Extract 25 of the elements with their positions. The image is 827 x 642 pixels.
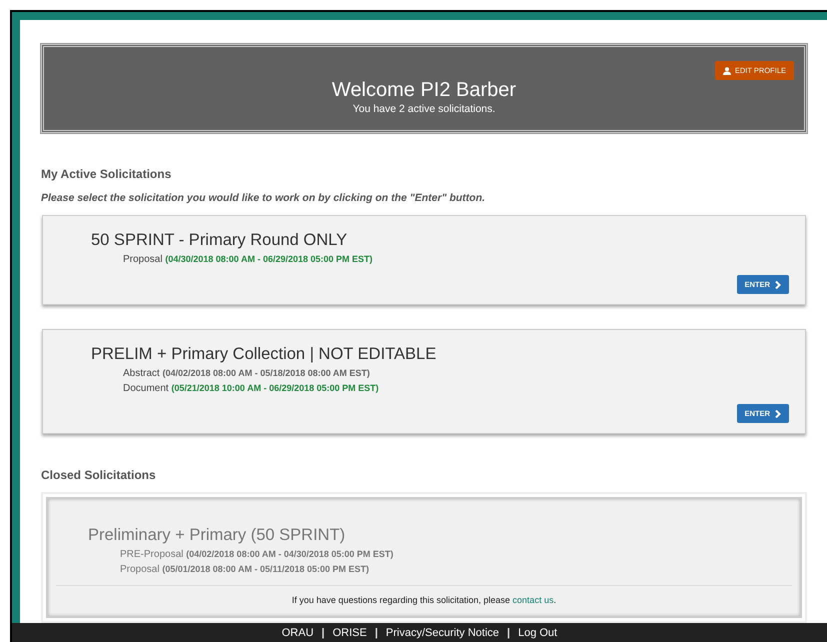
separator: | — [322, 626, 325, 640]
section-heading: Closed Solicitations — [41, 467, 157, 484]
footer-link[interactable]: Privacy/Security Notice — [386, 624, 500, 641]
welcome-subtitle: You have 2 active solicitations. — [352, 102, 496, 118]
phase-text: Document (05/21/2018 10:00 AM - 06/29/2018 05:00 PM EST) — [122, 382, 380, 396]
help-text: If you have questions regarding this solicitation, please contact us. — [56, 585, 792, 608]
chevron-right-icon — [775, 410, 781, 418]
contact-link[interactable]: contact us — [512, 595, 554, 605]
footer-link[interactable]: Log Out — [518, 624, 558, 641]
instruction-text: Please select the solicitation you would like to work on by clicking on the "Enter" button. — [41, 191, 486, 206]
phase-text: Proposal (04/30/2018 08:00 AM - 06/29/2018 05:00 PM EST) — [122, 252, 374, 266]
welcome-title: Welcome PI2 Barber — [330, 78, 518, 102]
separator: | — [374, 626, 378, 640]
separator: | — [507, 626, 510, 640]
solicitation-title: Preliminary + Primary (50 SPRINT) — [87, 525, 346, 546]
solicitation-title: 50 SPRINT - Primary Round ONLY — [91, 230, 348, 251]
section-heading: My Active Solicitations — [41, 166, 172, 183]
phase-text: PRE-Proposal (04/02/2018 08:00 AM - 04/30/2018 05:00 PM EST) — [119, 548, 394, 562]
chevron-right-icon — [775, 280, 781, 289]
footer-link[interactable]: ORAU — [282, 624, 314, 641]
solicitation-title: PRELIM + Primary Collection | NOT EDITABLE — [91, 344, 438, 366]
phase-text: Proposal (05/01/2018 08:00 AM - 05/11/2018 05:00 PM EST) — [119, 562, 370, 576]
footer-link[interactable]: ORISE — [332, 624, 367, 641]
phase-text: Abstract (04/02/2018 08:00 AM - 05/18/2018 08:00 AM EST) — [122, 367, 371, 381]
user-icon — [722, 66, 731, 75]
